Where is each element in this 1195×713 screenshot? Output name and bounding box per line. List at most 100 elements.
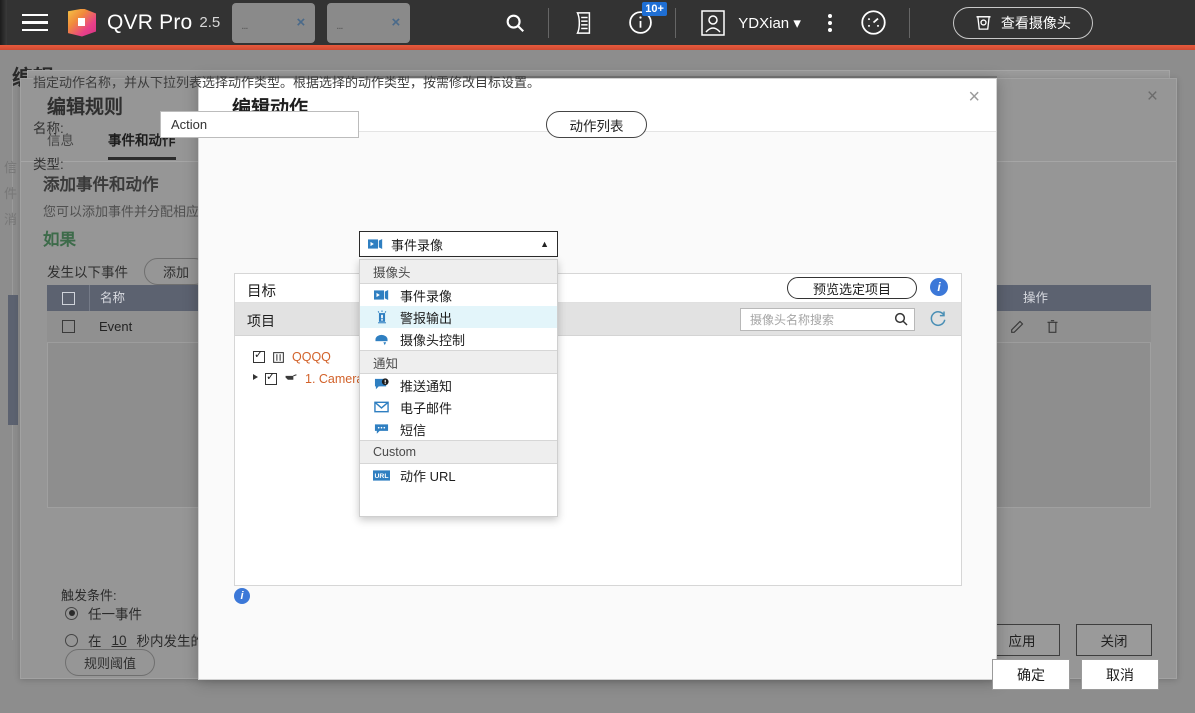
info-circle-icon[interactable]: i (930, 278, 948, 296)
dropdown-option-alarm-output[interactable]: 警报输出 (360, 306, 557, 328)
refresh-icon[interactable] (929, 310, 947, 333)
action-type-select[interactable]: 事件录像 ▲ (359, 231, 558, 257)
url-icon: URL (373, 469, 390, 481)
preview-selected-button[interactable]: 预览选定项目 (787, 277, 917, 299)
notification-info-icon[interactable]: 10+ (628, 2, 667, 35)
radio-any-event-label: 任一事件 (88, 607, 142, 622)
background-side-text: 信件消 (4, 160, 18, 227)
app-title: QVR Pro (107, 10, 193, 34)
log-icon[interactable] (572, 11, 594, 35)
user-name-label: YDXian (738, 14, 790, 32)
rule-threshold-button[interactable]: 规则阈值 (65, 649, 156, 676)
camera-search-input[interactable] (740, 308, 915, 331)
browser-tab-1[interactable]: ... × (232, 2, 316, 43)
close-button[interactable]: 关闭 (1076, 624, 1152, 656)
close-icon[interactable]: × (1147, 86, 1158, 108)
hamburger-icon[interactable] (22, 13, 48, 32)
close-icon[interactable]: × (297, 14, 306, 31)
alarm-output-icon (373, 310, 390, 324)
chevron-up-icon: ▲ (540, 239, 549, 249)
type-label: 类型: (33, 157, 64, 172)
divider (548, 7, 550, 38)
radio-all-events-indicator (65, 633, 78, 647)
top-navigation-bar: QVR Pro 2.5 ... × ... × 10+ YDXian ▾ 查看摄… (0, 0, 1195, 45)
dropdown-option-label: 动作 URL (400, 468, 456, 484)
close-icon[interactable]: × (392, 14, 401, 31)
dropdown-option-action-url[interactable]: URL 动作 URL (360, 464, 557, 486)
cancel-button[interactable]: 取消 (1081, 659, 1159, 690)
server-icon (273, 351, 284, 363)
dropdown-option-label: 警报输出 (400, 310, 453, 326)
dropdown-option-label: 短信 (400, 422, 427, 438)
radio-any-event-indicator (65, 606, 78, 620)
svg-text:URL: URL (375, 473, 389, 480)
dropdown-option-push-notification[interactable]: 推送通知 (360, 374, 557, 396)
if-label: 如果 (43, 231, 76, 249)
name-label: 名称: (33, 121, 64, 136)
target-header-label: 目标 (247, 284, 276, 300)
trigger-condition-label: 触发条件: (61, 588, 117, 603)
event-toolbar-label: 发生以下事件 (47, 265, 128, 280)
dropdown-group-custom: Custom (360, 440, 557, 464)
browser-tab-2[interactable]: ... × (327, 2, 411, 43)
search-icon[interactable] (504, 12, 526, 34)
section-description: 您可以添加事件并分配相应的 (43, 204, 213, 219)
divider (908, 7, 910, 38)
user-menu[interactable]: YDXian ▾ (738, 14, 801, 32)
camera-icon (285, 374, 297, 380)
target-subheader-label: 项目 (247, 313, 275, 329)
row-checkbox[interactable] (47, 320, 89, 333)
info-circle-icon[interactable]: i (234, 588, 250, 604)
kebab-menu-icon[interactable] (827, 13, 832, 32)
select-all-checkbox[interactable] (47, 291, 89, 305)
browser-tab-1-label: ... (241, 19, 248, 32)
email-icon (373, 401, 390, 413)
radio-any-event[interactable]: 任一事件 (65, 603, 142, 623)
dropdown-option-event-recording[interactable]: 事件录像 (360, 284, 557, 306)
dropdown-group-notification: 通知 (360, 350, 557, 374)
divider (675, 7, 677, 38)
video-record-icon (368, 239, 383, 249)
user-avatar-icon[interactable] (700, 8, 726, 38)
camera-icon (976, 16, 991, 30)
ok-button[interactable]: 确定 (992, 659, 1070, 690)
dropdown-option-label: 摄像头控制 (400, 332, 466, 348)
tree-item-checkbox[interactable] (253, 348, 265, 363)
background-side-bar (8, 295, 18, 425)
expand-arrow-icon[interactable] (253, 374, 258, 380)
dropdown-option-sms[interactable]: 短信 (360, 418, 557, 440)
qvr-pro-logo-icon (68, 8, 96, 37)
push-notification-icon (373, 378, 390, 392)
edit-rule-title: 编辑规则 (47, 97, 124, 118)
view-camera-button[interactable]: 查看摄像头 (952, 6, 1093, 39)
accent-strip (0, 45, 1195, 50)
dropdown-option-label: 推送通知 (400, 378, 453, 394)
trash-icon[interactable] (1045, 319, 1060, 334)
search-icon[interactable] (893, 311, 909, 332)
dropdown-option-camera-control[interactable]: 摄像头控制 (360, 328, 557, 350)
tree-item-checkbox[interactable] (265, 370, 277, 385)
view-camera-label: 查看摄像头 (1000, 14, 1071, 31)
app-version: 2.5 (199, 14, 221, 31)
notification-badge: 10+ (642, 2, 667, 17)
modal-footer: 确定 取消 (992, 659, 1159, 690)
dropdown-group-camera: 摄像头 (360, 260, 557, 284)
dropdown-option-label: 电子邮件 (400, 400, 453, 416)
target-tree: QQQQ 1. Camera (235, 336, 961, 390)
edit-icon[interactable] (1010, 319, 1025, 334)
sms-icon (373, 423, 390, 435)
tree-item-label: QQQQ (292, 350, 331, 364)
target-subheader: 项目 (235, 303, 961, 336)
target-header: 目标 预览选定项目 i (235, 274, 961, 303)
action-type-selected-label: 事件录像 (391, 237, 444, 253)
close-icon[interactable]: × (968, 87, 980, 107)
seconds-value[interactable]: 10 (112, 633, 127, 648)
tree-item-label: 1. Camera (305, 372, 364, 386)
name-input[interactable] (160, 111, 359, 138)
dropdown-option-label: 事件录像 (400, 288, 453, 304)
dropdown-option-email[interactable]: 电子邮件 (360, 396, 557, 418)
action-list-button[interactable]: 动作列表 (546, 111, 647, 138)
gauge-icon[interactable] (860, 9, 887, 36)
chevron-down-icon: ▾ (793, 14, 801, 32)
camera-control-icon (373, 333, 390, 346)
